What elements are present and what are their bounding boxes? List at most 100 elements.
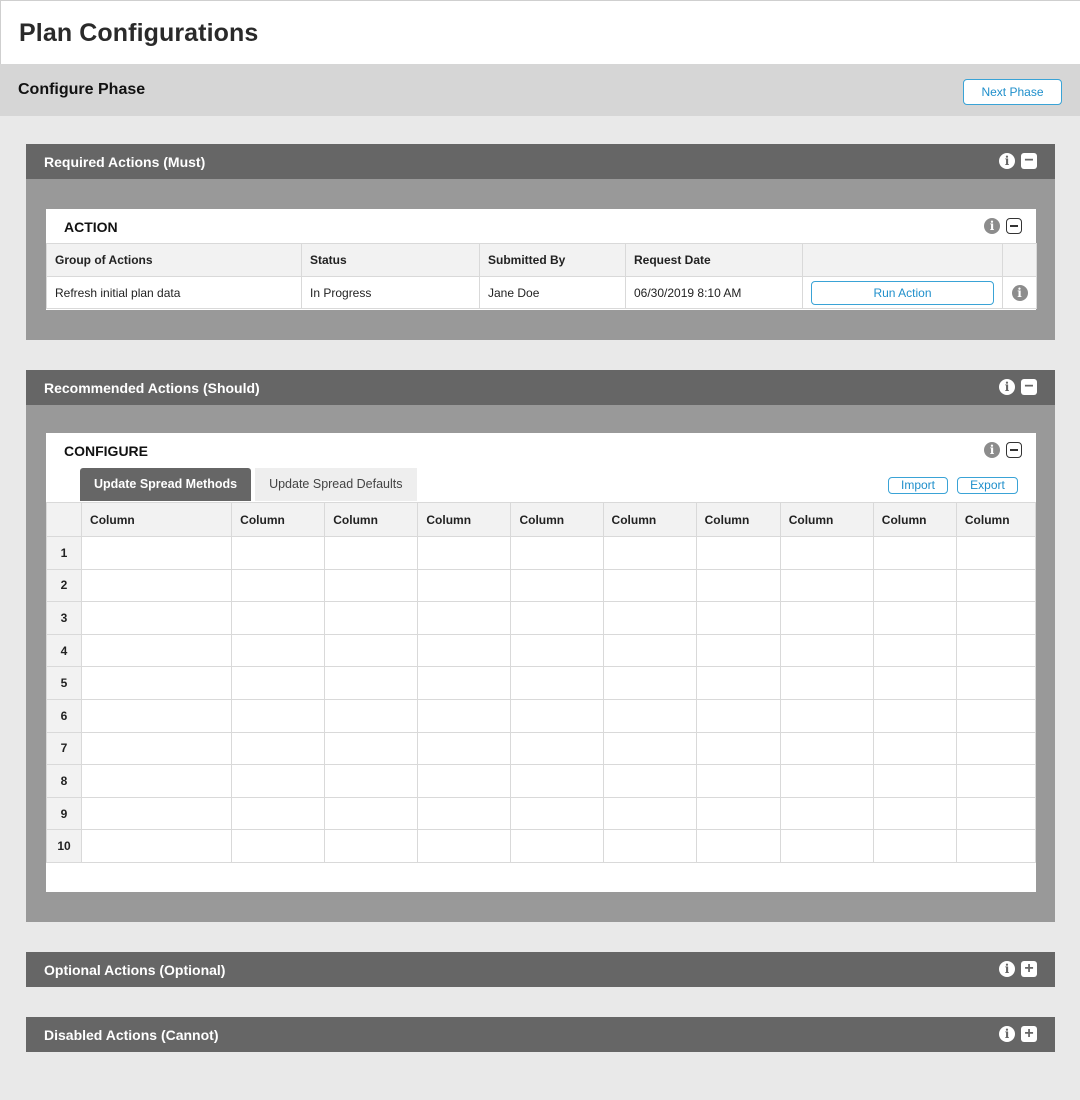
grid-cell[interactable]	[81, 601, 233, 635]
column-header[interactable]: Column	[231, 502, 326, 537]
grid-cell[interactable]	[779, 536, 874, 570]
grid-cell[interactable]	[81, 698, 233, 733]
grid-cell[interactable]	[602, 829, 697, 863]
grid-cell[interactable]	[324, 731, 419, 766]
grid-cell[interactable]	[872, 796, 957, 831]
grid-cell[interactable]	[602, 633, 697, 668]
grid-cell[interactable]	[872, 601, 957, 635]
grid-cell[interactable]	[695, 536, 781, 570]
grid-cell[interactable]	[324, 601, 419, 635]
grid-cell[interactable]	[872, 633, 957, 668]
column-header[interactable]: Column	[81, 502, 233, 537]
grid-cell[interactable]	[510, 601, 604, 635]
grid-cell[interactable]	[695, 666, 781, 700]
tab-update-spread-methods[interactable]: Update Spread Methods	[80, 468, 252, 501]
grid-cell[interactable]	[324, 666, 419, 700]
grid-cell[interactable]	[510, 666, 604, 700]
grid-cell[interactable]	[510, 698, 604, 733]
grid-cell[interactable]	[872, 829, 957, 863]
grid-cell[interactable]	[417, 536, 512, 570]
collapse-icon[interactable]	[1006, 218, 1022, 234]
grid-cell[interactable]	[872, 764, 957, 798]
grid-cell[interactable]	[602, 568, 697, 603]
grid-cell[interactable]	[695, 731, 781, 766]
grid-cell[interactable]	[81, 666, 233, 700]
grid-cell[interactable]	[231, 829, 326, 863]
info-icon[interactable]: i	[999, 961, 1015, 977]
column-header[interactable]: Column	[779, 502, 874, 537]
grid-cell[interactable]	[955, 698, 1037, 733]
grid-cell[interactable]	[779, 796, 874, 831]
grid-cell[interactable]	[602, 536, 697, 570]
grid-cell[interactable]	[695, 829, 781, 863]
grid-cell[interactable]	[510, 829, 604, 863]
grid-cell[interactable]	[602, 601, 697, 635]
info-icon[interactable]: i	[999, 153, 1015, 169]
grid-cell[interactable]	[231, 764, 326, 798]
grid-cell[interactable]	[81, 796, 233, 831]
expand-icon[interactable]: +	[1021, 1026, 1037, 1042]
tab-update-spread-defaults[interactable]: Update Spread Defaults	[255, 468, 417, 501]
section-header-recommended[interactable]: Recommended Actions (Should) i −	[26, 370, 1055, 405]
section-header-disabled[interactable]: Disabled Actions (Cannot) i +	[26, 1017, 1055, 1052]
grid-cell[interactable]	[417, 731, 512, 766]
grid-cell[interactable]	[231, 698, 326, 733]
grid-cell[interactable]	[779, 731, 874, 766]
grid-cell[interactable]	[602, 698, 697, 733]
grid-cell[interactable]	[602, 666, 697, 700]
grid-cell[interactable]	[417, 796, 512, 831]
grid-cell[interactable]	[231, 536, 326, 570]
collapse-icon[interactable]: −	[1021, 153, 1037, 169]
grid-cell[interactable]	[81, 829, 233, 863]
info-icon[interactable]: i	[999, 1026, 1015, 1042]
grid-cell[interactable]	[81, 568, 233, 603]
column-header[interactable]: Column	[324, 502, 419, 537]
column-header[interactable]: Column	[695, 502, 781, 537]
grid-cell[interactable]	[695, 698, 781, 733]
grid-cell[interactable]	[955, 666, 1037, 700]
grid-cell[interactable]	[417, 698, 512, 733]
grid-cell[interactable]	[955, 796, 1037, 831]
grid-cell[interactable]	[955, 633, 1037, 668]
grid-cell[interactable]	[695, 568, 781, 603]
grid-cell[interactable]	[324, 829, 419, 863]
column-header[interactable]: Column	[510, 502, 604, 537]
info-icon[interactable]: i	[984, 442, 1000, 458]
grid-cell[interactable]	[417, 633, 512, 668]
grid-cell[interactable]	[695, 796, 781, 831]
grid-cell[interactable]	[779, 764, 874, 798]
grid-cell[interactable]	[510, 796, 604, 831]
export-button[interactable]: Export	[957, 477, 1018, 494]
grid-cell[interactable]	[955, 829, 1037, 863]
grid-cell[interactable]	[779, 601, 874, 635]
grid-cell[interactable]	[231, 666, 326, 700]
grid-cell[interactable]	[872, 698, 957, 733]
grid-cell[interactable]	[324, 536, 419, 570]
grid-cell[interactable]	[955, 536, 1037, 570]
grid-cell[interactable]	[417, 568, 512, 603]
grid-cell[interactable]	[955, 568, 1037, 603]
grid-cell[interactable]	[324, 698, 419, 733]
grid-cell[interactable]	[324, 796, 419, 831]
grid-cell[interactable]	[510, 568, 604, 603]
section-header-optional[interactable]: Optional Actions (Optional) i +	[26, 952, 1055, 987]
grid-cell[interactable]	[955, 764, 1037, 798]
grid-cell[interactable]	[872, 536, 957, 570]
grid-cell[interactable]	[81, 633, 233, 668]
grid-cell[interactable]	[417, 601, 512, 635]
expand-icon[interactable]: +	[1021, 961, 1037, 977]
column-header[interactable]: Column	[602, 502, 697, 537]
grid-cell[interactable]	[955, 601, 1037, 635]
grid-cell[interactable]	[510, 536, 604, 570]
grid-cell[interactable]	[231, 731, 326, 766]
grid-cell[interactable]	[779, 633, 874, 668]
import-button[interactable]: Import	[888, 477, 948, 494]
run-action-button[interactable]: Run Action	[811, 280, 994, 305]
grid-cell[interactable]	[417, 764, 512, 798]
grid-cell[interactable]	[872, 731, 957, 766]
grid-cell[interactable]	[695, 601, 781, 635]
grid-cell[interactable]	[510, 731, 604, 766]
grid-cell[interactable]	[231, 601, 326, 635]
grid-cell[interactable]	[231, 633, 326, 668]
grid-cell[interactable]	[779, 666, 874, 700]
